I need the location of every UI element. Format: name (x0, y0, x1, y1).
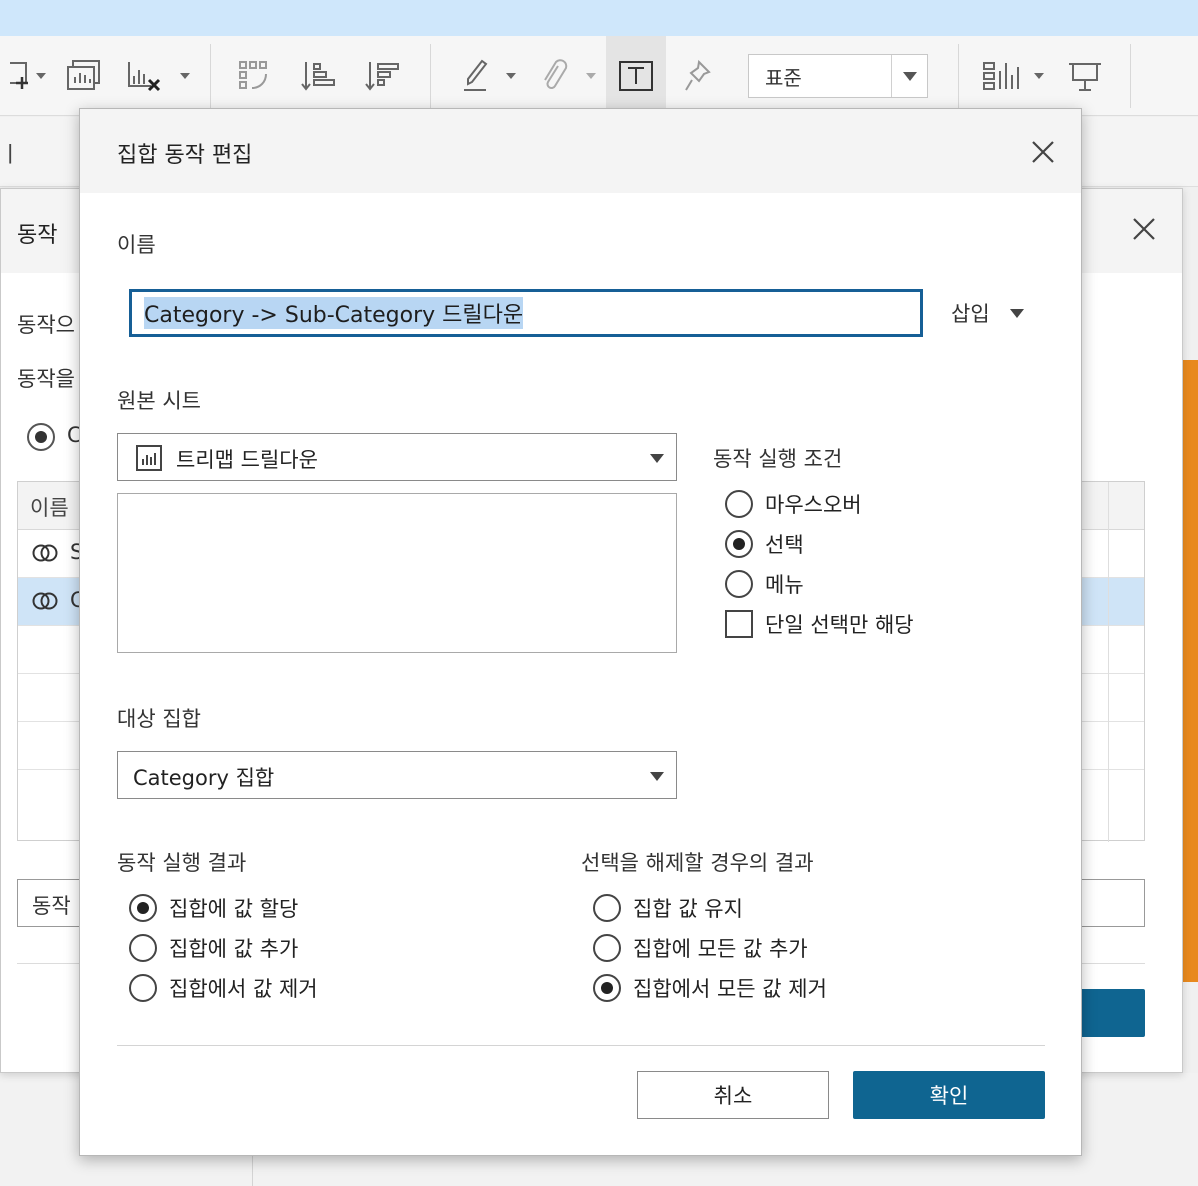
toolbar: 표준 (0, 36, 1198, 116)
clear-selection-label: 선택을 해제할 경우의 결과 (581, 851, 814, 875)
divider (117, 1045, 1045, 1046)
column-header-name: 이름 (30, 496, 69, 520)
set-action-icon (32, 588, 58, 618)
insert-dropdown[interactable]: 삽입 (951, 297, 1024, 329)
radio-remove-values[interactable]: 집합에서 값 제거 (129, 973, 318, 1003)
close-icon[interactable] (1132, 217, 1156, 245)
show-me-icon[interactable] (980, 56, 1026, 96)
swap-rows-columns-icon[interactable] (234, 56, 274, 96)
actions-dialog-text: 동작으 (17, 313, 75, 337)
radio-label: 집합에서 모든 값 제거 (633, 977, 827, 1001)
edit-set-action-dialog: 집합 동작 편집 이름 Category -> Sub-Category 드릴다… (79, 108, 1082, 1156)
chevron-down-icon[interactable] (34, 56, 48, 96)
result-label: 동작 실행 결과 (117, 851, 247, 875)
toolbar-divider (210, 44, 211, 108)
ok-button[interactable]: 확인 (853, 1071, 1045, 1119)
radio-circle (129, 894, 157, 922)
checkbox-label: 단일 선택만 해당 (765, 613, 914, 637)
sort-descending-icon[interactable] (362, 56, 404, 96)
sheet-chart-icon (136, 445, 162, 476)
toolbar-divider (1130, 44, 1131, 108)
chevron-down-icon (891, 55, 927, 97)
radio-circle (593, 934, 621, 962)
clear-sheet-icon[interactable] (120, 56, 166, 96)
radio-select[interactable]: 선택 (725, 529, 804, 559)
radio-label: 집합 값 유지 (633, 897, 743, 921)
orange-strip (1183, 360, 1198, 982)
radio-label: 집합에 값 할당 (169, 897, 299, 921)
radio-circle (725, 530, 753, 558)
chevron-down-icon[interactable] (504, 56, 518, 96)
toolbar-divider (430, 44, 431, 108)
radio-label: 집합에서 값 제거 (169, 977, 318, 1001)
strip-fragment-icon: ㅣ (0, 143, 21, 168)
chevron-down-icon[interactable] (1032, 56, 1046, 96)
table-column-divider (1108, 482, 1109, 842)
checkbox-box (725, 610, 753, 638)
run-condition-label: 동작 실행 조건 (713, 447, 843, 471)
source-sheet-label: 원본 시트 (117, 389, 201, 413)
dialog-title: 집합 동작 편집 (117, 143, 253, 168)
toolbar-divider (958, 44, 959, 108)
radio-remove-all-values[interactable]: 집합에서 모든 값 제거 (593, 973, 827, 1003)
set-action-icon (32, 540, 58, 570)
chevron-down-icon (650, 772, 664, 781)
show-mark-labels-icon[interactable] (614, 56, 658, 96)
source-sheet-list[interactable] (117, 493, 677, 653)
target-set-label: 대상 집합 (117, 707, 201, 731)
action-name-value: Category -> Sub-Category 드릴다운 (144, 297, 524, 329)
radio-circle (725, 570, 753, 598)
radio-circle (593, 894, 621, 922)
radio-add-all-values[interactable]: 집합에 모든 값 추가 (593, 933, 808, 963)
format-select[interactable]: 표준 (748, 54, 928, 98)
actions-dialog-title: 동작 (17, 223, 58, 248)
format-select-value: 표준 (765, 65, 802, 90)
cancel-button[interactable]: 취소 (637, 1071, 829, 1119)
actions-dialog-text: 동작을 (17, 367, 75, 391)
target-set-select[interactable]: Category 집합 (117, 751, 677, 799)
dialog-header: 집합 동작 편집 (80, 109, 1081, 193)
pin-icon[interactable] (680, 56, 716, 96)
radio-label: 선택 (765, 533, 804, 557)
radio-circle (129, 974, 157, 1002)
radio-circle (593, 974, 621, 1002)
radio-assign-values[interactable]: 집합에 값 할당 (129, 893, 298, 923)
duplicate-sheet-icon[interactable] (62, 56, 106, 96)
app-top-bar (0, 0, 1198, 36)
radio-label: 마우스오버 (765, 493, 862, 517)
radio-label: 메뉴 (765, 573, 804, 597)
radio-label: 집합에 모든 값 추가 (633, 937, 808, 961)
radio-button[interactable] (27, 423, 55, 451)
name-label: 이름 (117, 233, 156, 257)
radio-label: 집합에 값 추가 (169, 937, 299, 961)
radio-circle (725, 490, 753, 518)
sort-ascending-icon[interactable] (298, 56, 340, 96)
presentation-mode-icon[interactable] (1062, 56, 1108, 96)
chevron-down-icon (1009, 308, 1024, 318)
target-set-value: Category 집합 (133, 766, 275, 790)
radio-add-values[interactable]: 집합에 값 추가 (129, 933, 298, 963)
chevron-down-icon[interactable] (584, 56, 598, 96)
single-select-checkbox[interactable]: 단일 선택만 해당 (725, 609, 914, 639)
add-action-label: 동작 (32, 894, 71, 918)
highlight-pen-icon[interactable] (458, 56, 494, 96)
action-name-input[interactable]: Category -> Sub-Category 드릴다운 (129, 289, 923, 337)
close-icon[interactable] (1031, 140, 1055, 164)
source-sheet-value: 트리맵 드릴다운 (176, 448, 318, 472)
insert-label: 삽입 (951, 302, 990, 326)
chevron-down-icon (650, 454, 664, 463)
radio-keep-values[interactable]: 집합 값 유지 (593, 893, 743, 923)
radio-circle (129, 934, 157, 962)
chevron-down-icon[interactable] (178, 56, 192, 96)
radio-hover[interactable]: 마우스오버 (725, 489, 862, 519)
source-sheet-select[interactable]: 트리맵 드릴다운 (117, 433, 677, 481)
radio-menu[interactable]: 메뉴 (725, 569, 804, 599)
paperclip-icon[interactable] (536, 56, 570, 96)
